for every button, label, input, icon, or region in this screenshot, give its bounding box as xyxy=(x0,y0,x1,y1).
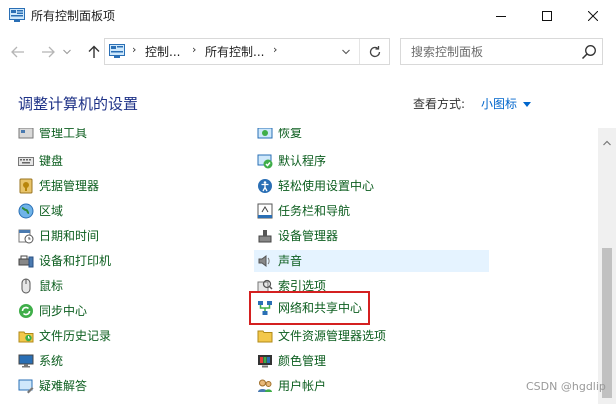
list-item-keyboard[interactable]: 键盘 xyxy=(18,150,63,172)
admin-tools-icon xyxy=(18,128,34,139)
chevron-down-icon xyxy=(342,49,350,54)
device-manager-icon xyxy=(258,230,272,243)
arrow-left-icon xyxy=(11,46,24,58)
view-by-label: 查看方式: xyxy=(413,97,466,111)
list-item-ease-of-access[interactable]: 轻松使用设置中心 xyxy=(257,175,374,197)
watermark: CSDN @hgdlip xyxy=(526,380,606,393)
page-title: 调整计算机的设置 xyxy=(18,95,139,113)
system-icon xyxy=(18,354,34,368)
network-sharing-icon xyxy=(258,301,272,315)
list-item-color-management[interactable]: 颜色管理 xyxy=(257,350,326,372)
credential-manager-icon xyxy=(19,178,33,194)
list-item-file-history[interactable]: 文件历史记录 xyxy=(18,325,111,347)
minimize-icon xyxy=(496,16,506,17)
list-item-troubleshooting[interactable]: 疑难解答 xyxy=(18,375,87,397)
refresh-button[interactable] xyxy=(359,39,390,64)
refresh-icon xyxy=(369,45,381,57)
control-panel-icon xyxy=(109,44,125,58)
view-by-value[interactable]: 小图标 xyxy=(481,96,517,112)
date-time-icon xyxy=(18,229,34,244)
list-item-sync-center[interactable]: 同步中心 xyxy=(18,300,87,322)
control-panel-icon xyxy=(9,8,25,22)
list-item-taskbar-navigation[interactable]: 任务栏和导航 xyxy=(257,200,350,222)
default-programs-icon xyxy=(257,154,273,169)
title-bar: 所有控制面板项 xyxy=(0,0,616,32)
breadcrumb-all-items[interactable]: 所有控制... xyxy=(205,44,264,60)
arrow-up-icon xyxy=(88,45,100,58)
list-item-device-manager[interactable]: 设备管理器 xyxy=(257,225,338,247)
indexing-options-icon xyxy=(257,279,273,293)
up-button[interactable] xyxy=(84,42,104,62)
list-item-mouse[interactable]: 鼠标 xyxy=(18,275,63,297)
list-item-default-programs[interactable]: 默认程序 xyxy=(257,150,326,172)
list-item-devices-printers[interactable]: 设备和打印机 xyxy=(18,250,111,272)
window-title: 所有控制面板项 xyxy=(31,9,116,23)
view-by-dropdown[interactable]: 小图标 xyxy=(481,96,532,112)
search-placeholder: 搜索控制面板 xyxy=(411,45,484,59)
minimize-button[interactable] xyxy=(478,0,524,32)
list-item-network-sharing[interactable]: 网络和共享中心 xyxy=(248,291,371,325)
ease-of-access-icon xyxy=(258,179,272,193)
search-input[interactable]: 搜索控制面板 xyxy=(400,38,603,65)
vertical-scrollbar[interactable] xyxy=(598,128,616,404)
maximize-button[interactable] xyxy=(524,0,570,32)
file-history-icon xyxy=(18,331,34,343)
control-panel-items: 管理工具 键盘 凭据管理器 区域 日期和时间 设备和打印机 鼠标 同步中心 文件… xyxy=(0,128,598,404)
forward-button[interactable] xyxy=(38,42,58,62)
caret-down-icon xyxy=(523,101,532,107)
search-icon xyxy=(581,45,596,60)
list-item-file-explorer-options[interactable]: 文件资源管理器选项 xyxy=(257,325,386,347)
breadcrumb-separator-icon[interactable]: › xyxy=(132,43,136,56)
recovery-icon xyxy=(257,128,273,139)
region-icon xyxy=(18,203,34,219)
scroll-up-icon[interactable] xyxy=(603,140,611,146)
arrow-right-icon xyxy=(42,46,55,58)
maximize-icon xyxy=(542,11,552,21)
list-item-user-accounts[interactable]: 用户帐户 xyxy=(257,375,326,397)
list-item-date-time[interactable]: 日期和时间 xyxy=(18,225,99,247)
breadcrumb-separator-icon[interactable]: › xyxy=(192,43,196,56)
user-accounts-icon xyxy=(258,379,272,392)
taskbar-navigation-icon xyxy=(257,203,273,219)
breadcrumb-separator-icon[interactable]: › xyxy=(273,43,277,56)
address-bar[interactable]: › 控制... › 所有控制... › xyxy=(104,38,390,65)
sound-icon xyxy=(258,255,270,267)
recent-locations-button[interactable] xyxy=(60,42,74,62)
chevron-down-icon xyxy=(63,49,71,55)
navigation-bar: › 控制... › 所有控制... › 搜索控制面板 xyxy=(0,32,616,72)
close-icon xyxy=(588,11,598,21)
color-management-icon xyxy=(258,355,272,368)
list-item-region[interactable]: 区域 xyxy=(18,200,63,222)
list-item-admin-tools[interactable]: 管理工具 xyxy=(18,128,87,144)
close-button[interactable] xyxy=(570,0,616,32)
back-button[interactable] xyxy=(8,42,28,62)
file-explorer-options-icon xyxy=(257,330,273,343)
troubleshooting-icon xyxy=(18,379,34,394)
sync-center-icon xyxy=(19,304,33,318)
scrollbar-thumb[interactable] xyxy=(602,248,612,398)
list-item-credential-manager[interactable]: 凭据管理器 xyxy=(18,175,99,197)
keyboard-icon xyxy=(18,157,34,166)
mouse-icon xyxy=(21,278,31,294)
address-dropdown-button[interactable] xyxy=(337,42,355,61)
devices-printers-icon xyxy=(18,255,34,268)
breadcrumb-control-panel[interactable]: 控制... xyxy=(145,44,180,60)
list-item-sound[interactable]: 声音 xyxy=(254,250,489,272)
list-item-system[interactable]: 系统 xyxy=(18,350,63,372)
list-item-recovery[interactable]: 恢复 xyxy=(257,128,302,144)
